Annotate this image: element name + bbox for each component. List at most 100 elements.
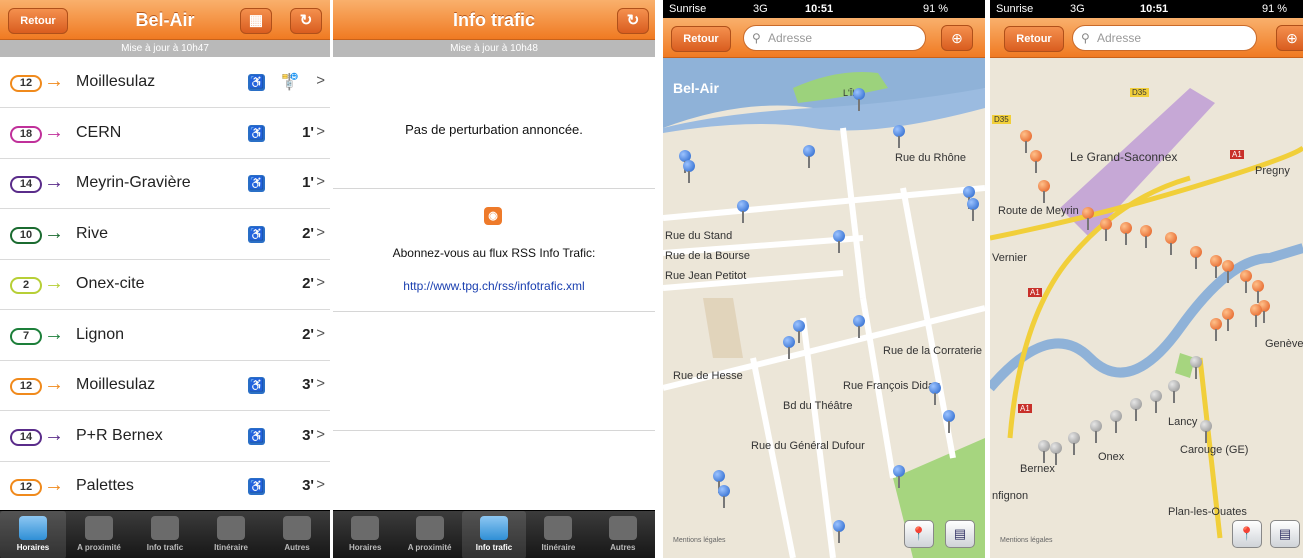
- map-label: Rue du Général Dufour: [751, 440, 865, 452]
- stop-pin-icon[interactable]: [1110, 410, 1122, 433]
- stop-pin-icon[interactable]: [1165, 232, 1177, 255]
- refresh-icon[interactable]: ↻: [617, 8, 649, 34]
- destination: Rive: [76, 224, 109, 242]
- stop-pin-icon[interactable]: [893, 465, 905, 488]
- departure-row[interactable]: 18 → CERN ♿ 1' >: [0, 108, 330, 159]
- page-curl-icon[interactable]: ▤: [1270, 520, 1300, 548]
- departure-row[interactable]: 14 → Meyrin-Gravière ♿ 1' >: [0, 159, 330, 209]
- stop-pin-icon[interactable]: [1020, 130, 1032, 153]
- stop-pin-icon[interactable]: [929, 382, 941, 405]
- rss-link[interactable]: http://www.tpg.ch/rss/infotrafic.xml: [333, 279, 655, 293]
- stop-pin-icon[interactable]: [1240, 270, 1252, 293]
- departure-row[interactable]: 12 → Moillesulaz ♿ 3' >: [0, 361, 330, 411]
- city-map[interactable]: [663, 58, 985, 558]
- departure-row[interactable]: 12 → Palettes ♿ 3' >: [0, 462, 330, 512]
- tab-0[interactable]: Horaires: [0, 511, 66, 558]
- tab-3[interactable]: Itinéraire: [198, 511, 264, 558]
- back-button[interactable]: Retour: [1004, 26, 1064, 52]
- stop-pin-icon[interactable]: [1200, 420, 1212, 443]
- stop-pin-icon[interactable]: [1222, 260, 1234, 283]
- tab-icon: [19, 516, 47, 540]
- stop-pin-icon[interactable]: [1038, 180, 1050, 203]
- info-trafic-screen: Info trafic ↻ Mise à jour à 10h48 Pas de…: [333, 0, 655, 558]
- stop-pin-icon[interactable]: [1038, 440, 1050, 463]
- stop-pin-icon[interactable]: [718, 485, 730, 508]
- tab-icon: [85, 516, 113, 540]
- departure-row[interactable]: 2 → Onex-cite 2' >: [0, 260, 330, 310]
- destination: Onex-cite: [76, 275, 145, 292]
- wheelchair-icon: ♿: [248, 124, 265, 142]
- departure-row[interactable]: 12 → Moillesulaz ♿ 🚏 >: [0, 58, 330, 108]
- stop-pin-icon[interactable]: [1100, 218, 1112, 241]
- tab-4[interactable]: Autres: [591, 511, 655, 558]
- stop-pin-icon[interactable]: [1140, 225, 1152, 248]
- tab-0[interactable]: Horaires: [333, 511, 397, 558]
- stop-pin-icon[interactable]: [737, 200, 749, 223]
- tab-2[interactable]: Info trafic: [461, 511, 527, 558]
- departure-row[interactable]: 10 → Rive ♿ 2' >: [0, 209, 330, 260]
- tab-1[interactable]: A proximité: [66, 511, 132, 558]
- locate-icon[interactable]: ⊕: [1276, 25, 1303, 51]
- tab-1[interactable]: A proximité: [397, 511, 461, 558]
- search-input[interactable]: ⚲ Adresse: [1072, 25, 1257, 51]
- stop-pin-icon[interactable]: [1090, 420, 1102, 443]
- departure-row[interactable]: 7 → Lignon 2' >: [0, 310, 330, 361]
- stop-pin-icon[interactable]: [893, 125, 905, 148]
- stop-pin-icon[interactable]: [803, 145, 815, 168]
- locate-icon[interactable]: ⊕: [941, 25, 973, 51]
- wheelchair-icon: ♿: [248, 478, 265, 495]
- stop-pin-icon[interactable]: [1210, 318, 1222, 341]
- stop-pin-icon[interactable]: [1150, 390, 1162, 413]
- back-button[interactable]: Retour: [671, 26, 731, 52]
- tab-4[interactable]: Autres: [264, 511, 330, 558]
- stop-pin-icon[interactable]: [1252, 280, 1264, 303]
- departure-row[interactable]: 14 → P+R Bernex ♿ 3' >: [0, 411, 330, 462]
- stop-pin-icon[interactable]: [1050, 442, 1062, 465]
- network: 3G: [1070, 3, 1085, 15]
- stop-pin-icon[interactable]: [683, 160, 695, 183]
- wait-time: 3': [302, 426, 314, 444]
- destination: Meyrin-Gravière: [76, 174, 191, 191]
- stop-pin-icon[interactable]: [1120, 222, 1132, 245]
- destination: P+R Bernex: [76, 426, 163, 444]
- stop-pin-icon[interactable]: [853, 315, 865, 338]
- stop-pin-icon[interactable]: [1082, 207, 1094, 230]
- stop-pin-icon[interactable]: [1068, 432, 1080, 455]
- stop-pin-icon[interactable]: [793, 320, 805, 343]
- page-curl-icon[interactable]: ▤: [945, 520, 975, 548]
- stop-pin-icon[interactable]: [1130, 398, 1142, 421]
- legal-link[interactable]: Mentions légales: [1000, 537, 1053, 544]
- stop-pin-icon[interactable]: [963, 186, 975, 209]
- search-input[interactable]: ⚲ Adresse: [743, 25, 926, 51]
- arrow-icon: →: [44, 373, 64, 395]
- stop-pin-icon[interactable]: [1168, 380, 1180, 403]
- stop-pin-icon[interactable]: [833, 230, 845, 253]
- stop-pin-icon[interactable]: [833, 520, 845, 543]
- stop-pin-icon[interactable]: [1250, 304, 1262, 327]
- map-label: Rue de Hesse: [673, 370, 743, 382]
- stop-pin-icon[interactable]: [713, 470, 725, 493]
- wheelchair-icon: ♿: [248, 175, 265, 192]
- legal-link[interactable]: Mentions légales: [673, 537, 726, 544]
- stop-pin-icon[interactable]: [943, 410, 955, 433]
- tab-icon: [217, 516, 245, 540]
- pin-icon[interactable]: 📍: [904, 520, 934, 548]
- map-label: Pregny: [1255, 165, 1290, 177]
- pin-icon[interactable]: 📍: [1232, 520, 1262, 548]
- stop-pin-icon[interactable]: [853, 88, 865, 111]
- map-icon[interactable]: ▦: [240, 8, 272, 34]
- stop-pin-icon[interactable]: [1190, 356, 1202, 379]
- tab-3[interactable]: Itinéraire: [526, 511, 590, 558]
- tab-icon: [608, 516, 637, 540]
- tab-2[interactable]: Info trafic: [132, 511, 198, 558]
- stop-pin-icon[interactable]: [783, 336, 795, 359]
- refresh-icon[interactable]: ↻: [290, 8, 322, 34]
- stop-pin-icon[interactable]: [1030, 150, 1042, 173]
- rss-icon[interactable]: ◉: [484, 207, 502, 225]
- page-title: Info trafic: [452, 10, 535, 30]
- stop-pin-icon[interactable]: [1210, 255, 1222, 278]
- stop-pin-icon[interactable]: [967, 198, 979, 221]
- stop-pin-icon[interactable]: [1190, 246, 1202, 269]
- wait-time: 1': [302, 123, 314, 141]
- stop-pin-icon[interactable]: [1222, 308, 1234, 331]
